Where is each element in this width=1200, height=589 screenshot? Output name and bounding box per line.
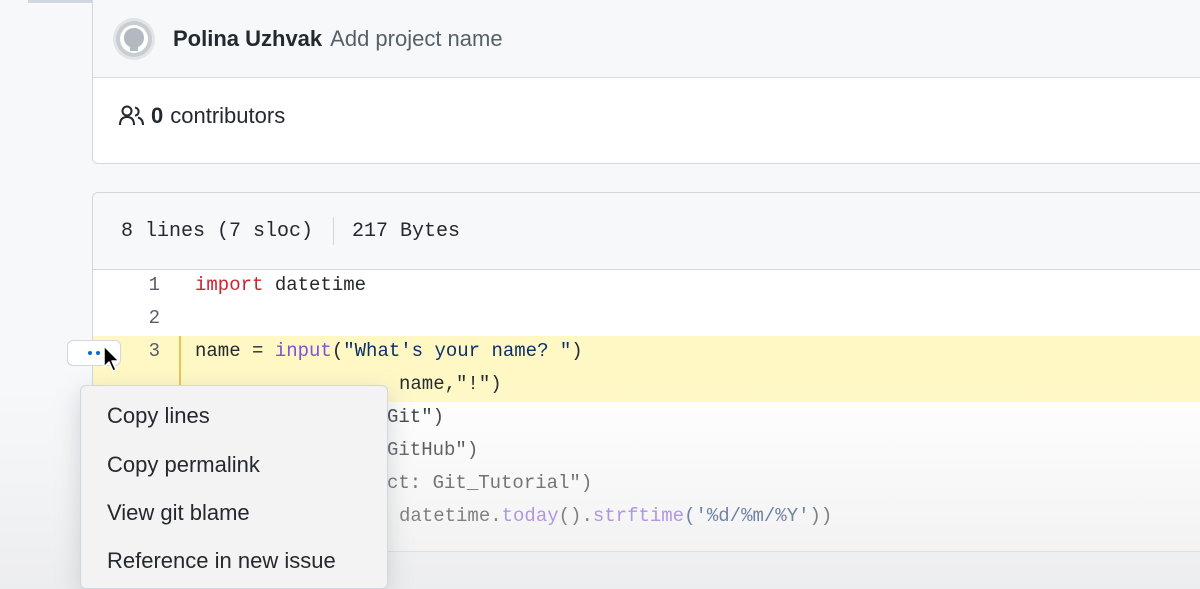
code-text: GitHub") (387, 439, 479, 461)
code-token: ('%d/%m/%Y' (684, 505, 810, 527)
kebab-dot-icon (88, 351, 92, 355)
code-line-1[interactable]: 1 import datetime (93, 270, 1200, 303)
code-line-2[interactable]: 2 (93, 303, 1200, 336)
code-token: today (501, 505, 559, 527)
file-lines-info: 8 lines (7 sloc) (121, 219, 314, 243)
line-options-menu: Copy lines Copy permalink View git blame… (80, 385, 388, 589)
contributors-count: 0 (151, 103, 164, 128)
code-token: strftime (592, 505, 685, 527)
code-token: )) (809, 505, 833, 527)
line-number[interactable]: 1 (93, 274, 160, 296)
code-token: (). (558, 505, 593, 527)
code-token: datetime. (399, 505, 502, 527)
file-info-header: 8 lines (7 sloc) 217 Bytes (93, 193, 1200, 270)
latest-commit-box: Polina Uzhvak Add project name 0 contrib… (92, 0, 1200, 164)
contributors-label: contributors (170, 103, 286, 128)
github-avatar-icon (116, 21, 152, 57)
code-text: name = input("What's your name? ") (195, 340, 583, 362)
code-text: Git") (387, 406, 445, 428)
line-number[interactable]: 2 (93, 307, 160, 329)
contributors-row[interactable]: 0 contributors (93, 78, 1200, 154)
menu-item-copy-permalink[interactable]: Copy permalink (107, 452, 260, 478)
kebab-dot-icon (96, 351, 100, 355)
highlight-marker (179, 336, 181, 369)
code-text: import datetime (195, 274, 367, 296)
divider (333, 217, 335, 245)
code-text: name,"!") (399, 373, 502, 395)
file-size: 217 Bytes (352, 219, 461, 243)
mouse-pointer-icon (103, 345, 120, 372)
commit-header: Polina Uzhvak Add project name (93, 0, 1200, 78)
avatar[interactable] (113, 18, 155, 60)
menu-item-reference-in-new-issue[interactable]: Reference in new issue (107, 548, 336, 574)
people-icon (119, 105, 145, 127)
commit-message-link[interactable]: Add project name (330, 26, 502, 52)
code-text: ct: Git_Tutorial") (387, 472, 593, 494)
menu-item-view-git-blame[interactable]: View git blame (107, 500, 250, 526)
code-line-3-highlighted[interactable]: 3 name = input("What's your name? ") (93, 336, 1200, 369)
code-text: datetime.today().strftime('%d/%m/%Y')) (399, 505, 832, 527)
commit-author-link[interactable]: Polina Uzhvak (173, 26, 322, 52)
menu-item-copy-lines[interactable]: Copy lines (107, 403, 210, 429)
